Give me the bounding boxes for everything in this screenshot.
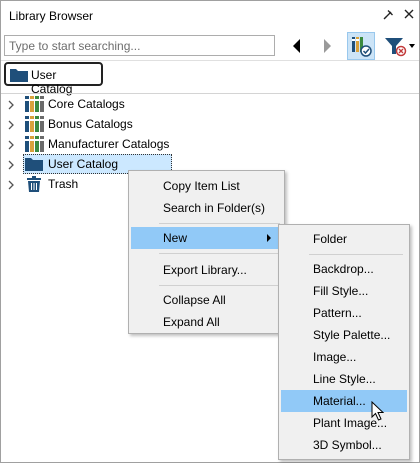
menu-item-label: Expand All (163, 315, 220, 329)
mouse-cursor-icon (371, 400, 385, 424)
library-browser-window: Library Browser Type to start searching.… (0, 0, 420, 463)
library-view-icon[interactable] (347, 32, 375, 60)
filter-icon[interactable] (381, 32, 419, 60)
tree-item-label: Trash (48, 177, 79, 191)
menu-item-label: Export Library... (163, 263, 247, 277)
submenu-item-plant-image[interactable]: Plant Image... (281, 412, 407, 434)
close-icon[interactable] (402, 9, 416, 23)
new-submenu: Folder Backdrop... Fill Style... Pattern… (278, 224, 410, 460)
menu-item-collapse-all[interactable]: Collapse All (131, 289, 282, 311)
tree-item-label: User Catalog (48, 157, 119, 171)
submenu-item-line-style[interactable]: Line Style... (281, 368, 407, 390)
menu-item-expand-all[interactable]: Expand All (131, 311, 282, 333)
tree-item-label: Manufacturer Catalogs (48, 137, 170, 151)
trash-icon (26, 176, 42, 195)
menu-separator (159, 285, 280, 286)
submenu-item-backdrop[interactable]: Backdrop... (281, 258, 407, 280)
submenu-item-folder[interactable]: Folder (281, 228, 407, 250)
menu-item-label: Line Style... (313, 372, 376, 386)
menu-item-export-library[interactable]: Export Library... (131, 259, 282, 281)
chevron-right-icon[interactable] (7, 99, 15, 113)
search-input[interactable] (4, 35, 275, 56)
pin-icon[interactable] (381, 9, 395, 23)
tree-item-core-catalogs[interactable]: Core Catalogs (1, 94, 201, 114)
chevron-right-icon[interactable] (7, 179, 15, 193)
menu-item-label: Style Palette... (313, 328, 391, 342)
submenu-item-image[interactable]: Image... (281, 346, 407, 368)
submenu-item-style-palette[interactable]: Style Palette... (281, 324, 407, 346)
menu-item-label: Image... (313, 350, 357, 364)
menu-separator (309, 254, 403, 255)
menu-item-search-in-folders[interactable]: Search in Folder(s) (131, 197, 282, 219)
folder-icon (25, 157, 43, 174)
submenu-arrow-icon (267, 234, 271, 242)
menu-item-label: Copy Item List (163, 179, 240, 193)
tree-item-bonus-catalogs[interactable]: Bonus Catalogs (1, 114, 201, 134)
chevron-right-icon[interactable] (7, 159, 15, 173)
tree-item-label: Bonus Catalogs (48, 117, 133, 131)
tree-item-label: Core Catalogs (48, 97, 125, 111)
menu-item-copy-item-list[interactable]: Copy Item List (131, 175, 282, 197)
context-menu: Copy Item List Search in Folder(s) New E… (128, 170, 285, 334)
tree-item-manufacturer-catalogs[interactable]: Manufacturer Catalogs (1, 134, 201, 154)
chevron-right-icon[interactable] (7, 119, 15, 133)
menu-item-label: Search in Folder(s) (163, 201, 266, 215)
menu-item-label: Pattern... (313, 306, 362, 320)
toolbar-divider (1, 60, 419, 61)
menu-item-label: Backdrop... (313, 262, 374, 276)
forward-arrow-icon[interactable] (317, 35, 337, 57)
submenu-item-3d-symbol[interactable]: 3D Symbol... (281, 434, 407, 456)
folder-icon (10, 68, 28, 85)
menu-item-label: New (163, 231, 188, 245)
submenu-item-fill-style[interactable]: Fill Style... (281, 280, 407, 302)
menu-separator (159, 253, 280, 254)
menu-item-new[interactable]: New (131, 227, 282, 249)
menu-item-label: Fill Style... (313, 284, 369, 298)
window-title: Library Browser (9, 9, 94, 23)
back-arrow-icon[interactable] (287, 35, 307, 57)
user-catalog-button[interactable]: User Catalog (4, 62, 103, 96)
menu-item-label: Material... (313, 394, 366, 408)
menu-item-label: 3D Symbol... (313, 438, 382, 452)
catalog-books-icon (25, 136, 45, 155)
submenu-item-pattern[interactable]: Pattern... (281, 302, 407, 324)
submenu-item-material[interactable]: Material... (281, 390, 407, 412)
title-bar: Library Browser (1, 1, 419, 31)
catalog-books-icon (25, 116, 45, 135)
user-catalog-button-label: User Catalog (31, 68, 73, 96)
chevron-right-icon[interactable] (7, 139, 15, 153)
menu-item-label: Collapse All (163, 293, 226, 307)
menu-separator (159, 223, 280, 224)
catalog-books-icon (25, 96, 45, 115)
menu-item-label: Folder (313, 232, 348, 246)
